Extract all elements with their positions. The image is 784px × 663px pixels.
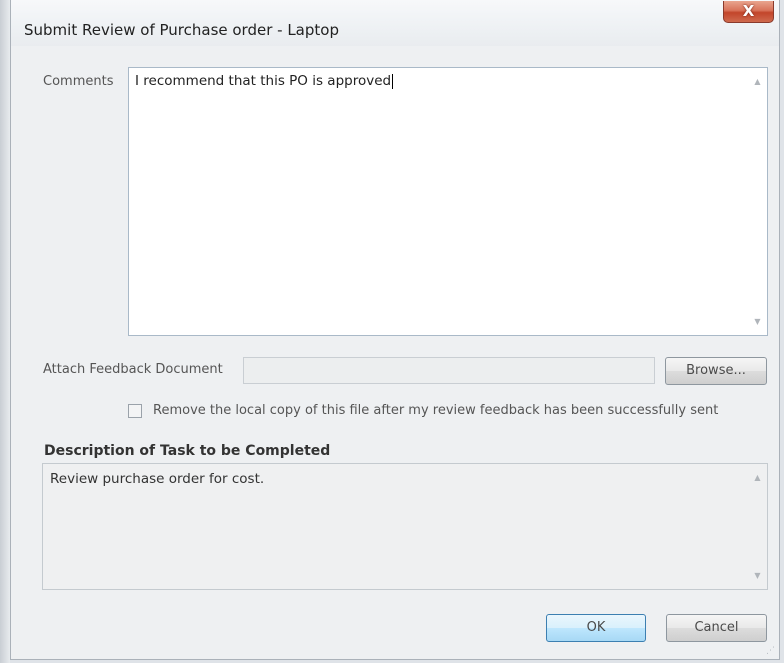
scroll-down-arrow-icon[interactable]: ▼: [749, 567, 766, 584]
scroll-up-arrow-icon[interactable]: ▲: [749, 73, 766, 90]
browse-button[interactable]: Browse...: [665, 357, 767, 385]
resize-grip-icon[interactable]: ⋰: [766, 646, 776, 656]
review-dialog: Submit Review of Purchase order - Laptop…: [10, 0, 780, 660]
ok-button[interactable]: OK: [546, 614, 646, 642]
scroll-down-arrow-icon[interactable]: ▼: [749, 313, 766, 330]
remove-local-copy-label: Remove the local copy of this file after…: [153, 403, 719, 418]
task-description-box: Review purchase order for cost. ▲ ▼: [42, 463, 768, 590]
remove-local-copy-checkbox[interactable]: [128, 404, 142, 418]
attach-file-field[interactable]: [243, 357, 655, 384]
close-icon: X: [742, 2, 755, 20]
comments-value: I recommend that this PO is approved: [135, 73, 394, 89]
text-caret: [392, 73, 394, 89]
dialog-title: Submit Review of Purchase order - Laptop: [24, 21, 339, 39]
close-button[interactable]: X: [723, 1, 774, 23]
scroll-up-arrow-icon[interactable]: ▲: [749, 469, 766, 486]
cancel-button[interactable]: Cancel: [666, 614, 767, 642]
comments-label: Comments: [43, 74, 114, 89]
task-description-text: Review purchase order for cost.: [50, 471, 265, 487]
comments-textarea[interactable]: I recommend that this PO is approved ▲ ▼: [128, 67, 768, 336]
desktop-background: [0, 0, 10, 663]
attach-label: Attach Feedback Document: [43, 362, 223, 377]
task-description-scrollbar[interactable]: ▲ ▼: [749, 465, 766, 588]
title-bar[interactable]: Submit Review of Purchase order - Laptop: [11, 0, 779, 46]
comments-scrollbar[interactable]: ▲ ▼: [749, 69, 766, 334]
task-description-heading: Description of Task to be Completed: [44, 443, 331, 459]
